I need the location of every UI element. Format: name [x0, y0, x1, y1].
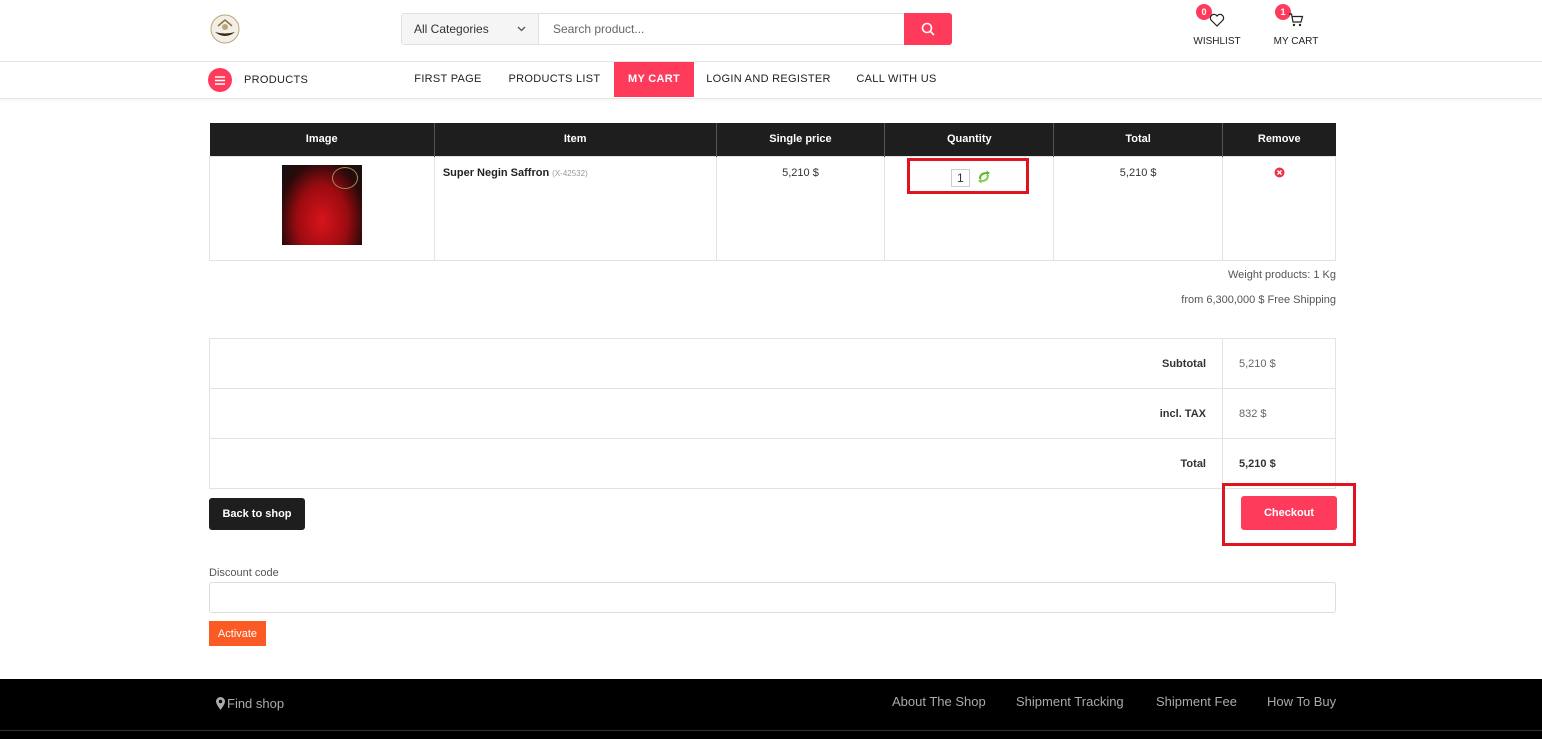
category-select-value: All Categories [414, 22, 489, 36]
chevron-down-icon [517, 26, 526, 32]
column-header-item: Item [434, 123, 717, 156]
remove-icon[interactable] [1274, 167, 1285, 178]
category-select[interactable]: All Categories [402, 14, 539, 44]
tax-value: 832 $ [1222, 388, 1336, 439]
find-shop-link[interactable]: Find shop [216, 696, 284, 711]
back-to-shop-button[interactable]: Back to shop [209, 498, 305, 530]
quantity-highlight-box [907, 158, 1029, 194]
subtotal-row: Subtotal 5,210 $ [209, 338, 1336, 389]
footer-link-how-to-buy[interactable]: How To Buy [1267, 694, 1336, 709]
column-header-remove: Remove [1222, 123, 1336, 156]
nav-item-login-register[interactable]: LOGIN AND REGISTER [697, 62, 840, 97]
products-menu-label: PRODUCTS [244, 74, 309, 86]
activate-discount-button[interactable]: Activate [209, 621, 266, 646]
footer-divider [0, 730, 1542, 731]
main-nav: PRODUCTS FIRST PAGE PRODUCTS LIST MY CAR… [0, 62, 1542, 99]
cart-link[interactable]: 1 MY CART [1266, 4, 1326, 47]
heart-icon [1209, 13, 1225, 27]
cart-label: MY CART [1273, 36, 1319, 47]
checkout-highlight-box [1222, 483, 1356, 546]
search-bar: All Categories [401, 13, 952, 45]
tax-row: incl. TAX 832 $ [209, 388, 1336, 439]
top-header: All Categories 0 WISHLIST 1 MY CART [0, 0, 1542, 62]
subtotal-value: 5,210 $ [1222, 338, 1336, 389]
totals-table: Subtotal 5,210 $ incl. TAX 832 $ Total 5… [209, 338, 1336, 489]
total-label: Total [209, 438, 1223, 489]
cart-table: Image Item Single price Quantity Total R… [209, 123, 1336, 261]
discount-code-label: Discount code [209, 567, 279, 579]
nav-item-first-page[interactable]: FIRST PAGE [401, 62, 495, 97]
remove-cell [1222, 155, 1336, 261]
subtotal-label: Subtotal [209, 338, 1223, 389]
nav-item-my-cart[interactable]: MY CART [614, 62, 694, 97]
search-icon [921, 22, 935, 36]
column-header-quantity: Quantity [884, 123, 1055, 156]
search-button[interactable] [904, 13, 952, 45]
nav-item-products-list[interactable]: PRODUCTS LIST [498, 62, 611, 97]
product-total: 5,210 $ [1053, 155, 1224, 261]
footer: Find shop About The Shop Shipment Tracki… [0, 679, 1542, 739]
wishlist-link[interactable]: 0 WISHLIST [1187, 4, 1247, 47]
product-name-cell: Super Negin Saffron (X-42532) [433, 155, 717, 261]
nav-item-call-with-us[interactable]: CALL WITH US [844, 62, 949, 97]
footer-link-about-the-shop[interactable]: About The Shop [892, 694, 986, 709]
wishlist-label: WISHLIST [1193, 36, 1241, 47]
weight-text: Weight products: 1 Kg [1227, 269, 1336, 281]
column-header-total: Total [1053, 123, 1224, 156]
column-header-single-price: Single price [716, 123, 886, 156]
product-name[interactable]: Super Negin Saffron [435, 167, 549, 179]
product-image[interactable] [281, 164, 362, 245]
free-shipping-text: from 6,300,000 $ Free Shipping [1181, 294, 1336, 306]
total-row: Total 5,210 $ [209, 438, 1336, 489]
footer-link-shipment-tracking[interactable]: Shipment Tracking [1016, 694, 1124, 709]
product-code: (X-42532) [552, 168, 588, 178]
table-row: Super Negin Saffron (X-42532) 5,210 $ 1 5… [209, 155, 1336, 261]
tax-label: incl. TAX [209, 388, 1223, 439]
find-shop-label: Find shop [227, 696, 285, 711]
column-header-image: Image [209, 123, 435, 156]
map-pin-icon [216, 697, 225, 710]
total-value: 5,210 $ [1222, 438, 1336, 489]
products-menu-toggle[interactable]: PRODUCTS [208, 68, 308, 92]
cart-table-header: Image Item Single price Quantity Total R… [209, 123, 1336, 156]
product-image-cell [209, 155, 435, 261]
discount-code-input[interactable] [209, 582, 1336, 613]
search-input[interactable] [539, 14, 904, 44]
cart-icon [1289, 13, 1304, 27]
product-price: 5,210 $ [715, 155, 886, 261]
footer-link-shipment-fee[interactable]: Shipment Fee [1156, 694, 1237, 709]
shop-logo[interactable] [208, 12, 242, 46]
hamburger-icon [208, 68, 232, 92]
